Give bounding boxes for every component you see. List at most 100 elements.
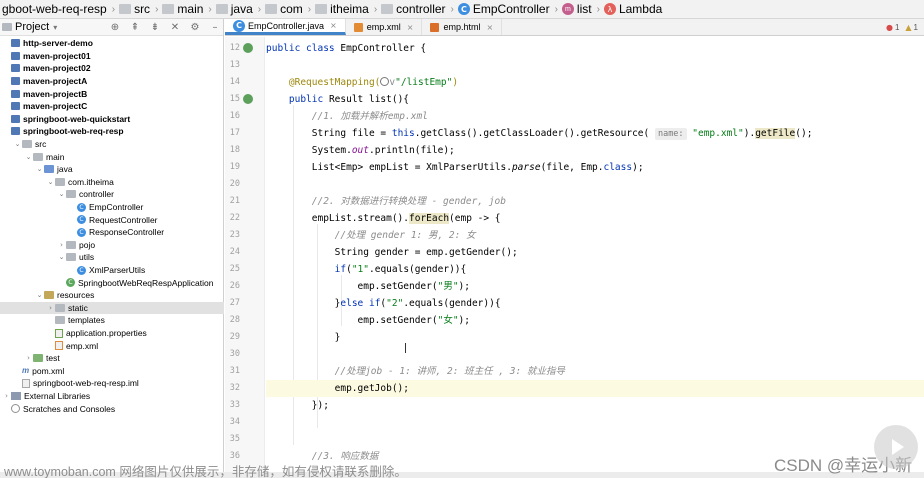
package-icon (66, 240, 76, 249)
close-icon[interactable]: × (330, 21, 337, 30)
expand-icon[interactable]: ⇟ (147, 20, 163, 34)
chevron-right-icon[interactable]: › (24, 354, 33, 362)
project-view-selector[interactable]: Project ▾ (2, 21, 57, 33)
spring-bean-icon[interactable] (243, 43, 253, 53)
code-line-26: emp.setGender("男"); (357, 281, 470, 292)
chevron-right-icon[interactable]: › (46, 304, 55, 312)
chevron-down-icon[interactable]: ⌄ (57, 253, 66, 261)
project-panel: Project ▾ ⊕ ⇞ ⇟ ✕ ⚙ – http-server-demo ma… (0, 19, 224, 478)
chevron-right-icon: › (554, 3, 558, 15)
tree-item[interactable]: maven-projectC (0, 100, 224, 113)
breadcrumb-item[interactable]: com › (263, 2, 313, 16)
tree-item[interactable]: ⌄ src (0, 138, 224, 151)
tree-item-label: pom.xml (32, 365, 65, 376)
tree-item[interactable]: C EmpController (0, 201, 224, 214)
tree-item[interactable]: › test (0, 352, 224, 365)
breadcrumb-item[interactable]: m list › (560, 2, 602, 16)
spring-mapping-icon[interactable] (243, 94, 253, 104)
tree-item[interactable]: http-server-demo (0, 37, 224, 50)
chevron-down-icon[interactable]: ⌄ (57, 190, 66, 198)
code-editor[interactable]: public class EmpController { @RequestMap… (266, 37, 924, 478)
breadcrumb-item[interactable]: λ Lambda (602, 2, 664, 16)
tree-item[interactable]: C XmlParserUtils (0, 264, 224, 277)
code-line-32: emp.getJob(); (266, 380, 924, 397)
chevron-right-icon: › (596, 3, 600, 15)
tree-item[interactable]: ⌄ controller (0, 188, 224, 201)
tab-empcontroller[interactable]: C EmpController.java × (225, 19, 346, 35)
breadcrumb-item[interactable]: C EmpController › (456, 2, 560, 16)
chevron-right-icon: › (155, 3, 159, 15)
breadcrumb-item[interactable]: controller › (379, 2, 456, 16)
tree-item[interactable]: maven-project01 (0, 50, 224, 63)
chevron-right-icon[interactable]: › (2, 392, 11, 400)
tree-item[interactable]: ⌄ resources (0, 289, 224, 302)
code-line-27: }else if("2".equals(gender)){ (334, 298, 501, 309)
chevron-down-icon[interactable]: ⌄ (35, 291, 44, 299)
tree-item[interactable]: springboot-web-req-resp.iml (0, 377, 224, 390)
tree-item[interactable]: C RequestController (0, 213, 224, 226)
tree-item[interactable]: templates (0, 314, 224, 327)
tree-item[interactable]: maven-projectA (0, 75, 224, 88)
folder-icon (119, 4, 132, 14)
editor-gutter[interactable]: 12 13 14 15 16 17 18 19 20 21 22 23 24 25 26 27 28 29 30 31… (225, 37, 283, 478)
tree-item[interactable]: C ResponseController (0, 226, 224, 239)
chevron-right-icon[interactable]: › (57, 241, 66, 249)
tree-item[interactable]: C SpringbootWebReqRespApplication (0, 276, 224, 289)
tree-item-label: templates (68, 315, 105, 326)
line-number: 22 (229, 213, 240, 223)
tree-item[interactable]: application.properties (0, 327, 224, 340)
tree-item[interactable]: ⌄ java (0, 163, 224, 176)
line-number: 18 (229, 145, 240, 155)
tree-item[interactable]: ⌄ main (0, 150, 224, 163)
tree-item[interactable]: › pojo (0, 239, 224, 252)
breadcrumb-label: Lambda (618, 2, 663, 16)
folder-icon (162, 4, 175, 14)
error-icon: ● (885, 22, 893, 32)
tree-item-label: SpringbootWebReqRespApplication (78, 277, 214, 288)
chevron-down-icon[interactable]: ⌄ (35, 165, 44, 173)
breadcrumb-item[interactable]: src › (117, 2, 160, 16)
tree-item[interactable]: › static (0, 301, 224, 315)
collapse-icon[interactable]: ⇞ (127, 20, 143, 34)
minimize-icon[interactable]: – (207, 20, 223, 34)
spring-class-icon: C (66, 278, 75, 288)
tree-item-label: test (46, 353, 60, 364)
tree-item[interactable]: ⌄ utils (0, 251, 224, 264)
tree-item[interactable]: Scratches and Consoles (0, 402, 224, 415)
tree-item[interactable]: emp.xml (0, 339, 224, 352)
tree-item[interactable]: springboot-web-quickstart (0, 113, 224, 126)
target-icon[interactable]: ⊕ (107, 20, 123, 34)
library-icon (11, 392, 21, 401)
breadcrumb-item[interactable]: gboot-web-req-resp › (0, 2, 117, 16)
module-icon (11, 102, 20, 111)
tree-item[interactable]: m pom.xml (0, 365, 224, 378)
tree-item[interactable]: ⌄ com.itheima (0, 176, 224, 189)
chevron-down-icon[interactable]: ⌄ (46, 178, 55, 186)
tab-emp-xml[interactable]: emp.xml × (346, 19, 423, 35)
watermark-text: www.toymoban.com 网络图片仅供展示，非存储，如有侵权请联系删除。 (4, 465, 407, 478)
line-number: 19 (229, 162, 240, 172)
breadcrumb-item[interactable]: itheima › (313, 2, 379, 16)
line-number: 36 (229, 451, 240, 461)
tree-item-label: springboot-web-req-resp (23, 126, 124, 137)
gear-icon[interactable]: ⚙ (187, 20, 203, 34)
inspection-widget[interactable]: ● 1 ▲ 1 (886, 19, 924, 35)
tree-item[interactable]: maven-projectB (0, 87, 224, 100)
line-number: 16 (229, 111, 240, 121)
close-icon[interactable]: × (407, 23, 414, 32)
tree-item-label: External Libraries (24, 391, 91, 402)
play-button[interactable] (874, 425, 918, 469)
hide-icon[interactable]: ✕ (167, 20, 183, 34)
tree-item[interactable]: › External Libraries (0, 390, 224, 403)
tab-emp-html[interactable]: emp.html × (422, 19, 503, 35)
tree-item[interactable]: maven-project02 (0, 62, 224, 75)
play-icon (891, 439, 904, 455)
close-icon[interactable]: × (486, 23, 493, 32)
chevron-down-icon[interactable]: ⌄ (13, 140, 22, 148)
tree-item-label: RequestController (89, 214, 158, 225)
xml-file-icon (55, 341, 63, 351)
breadcrumb-item[interactable]: java › (214, 2, 263, 16)
tree-item[interactable]: springboot-web-req-resp (0, 125, 224, 138)
chevron-down-icon[interactable]: ⌄ (24, 153, 33, 161)
breadcrumb-item[interactable]: main › (160, 2, 213, 16)
